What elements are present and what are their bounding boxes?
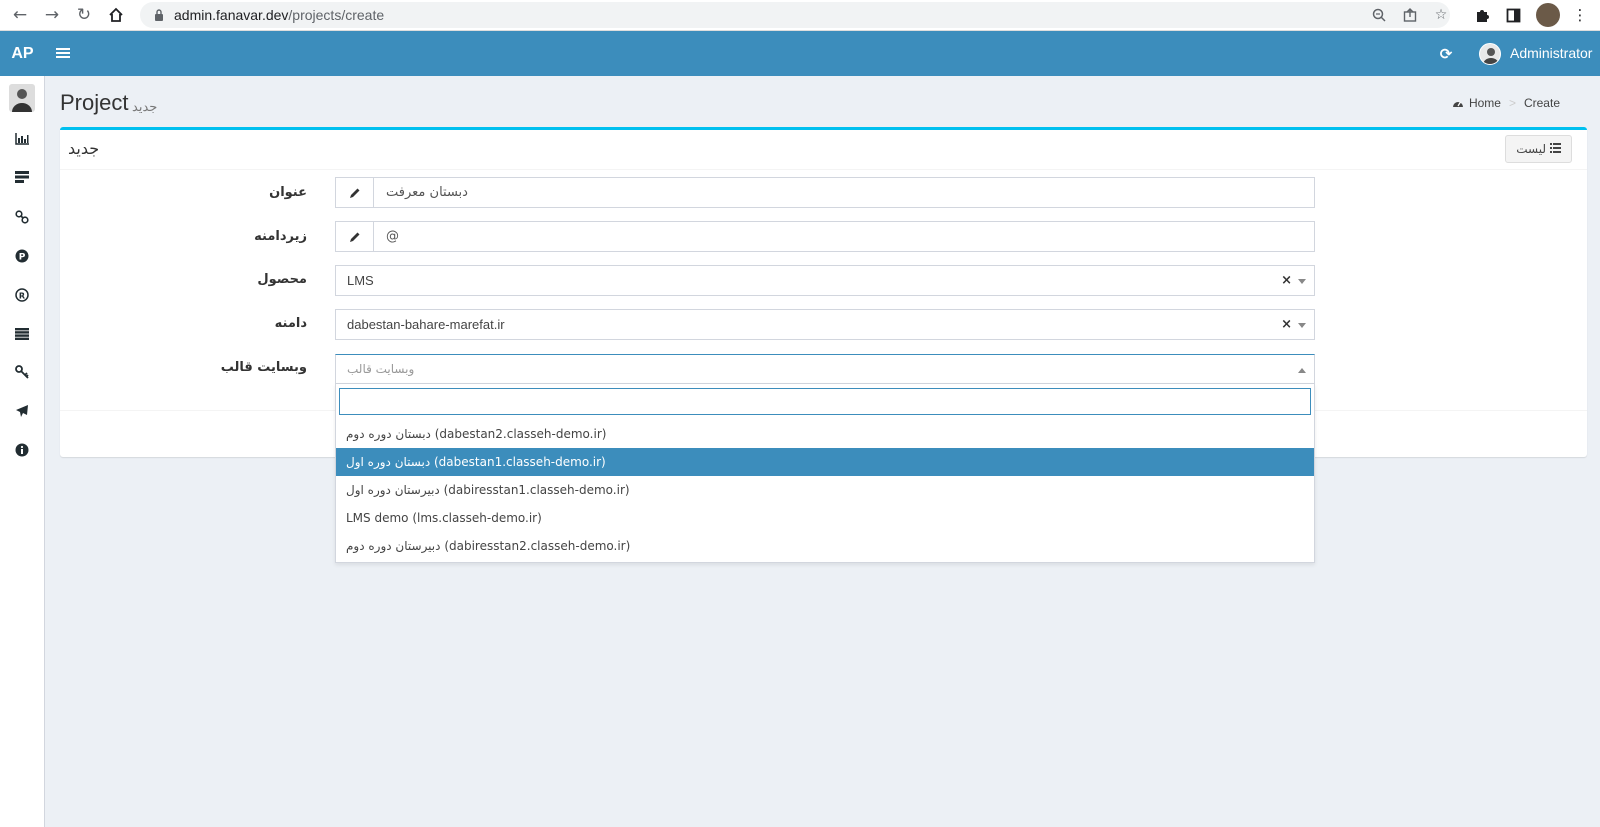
chevron-up-icon[interactable] xyxy=(1298,368,1306,373)
link-icon[interactable] xyxy=(13,208,31,226)
app-header: AP ⟳ Administrator xyxy=(0,31,1600,76)
list-button[interactable]: لیست xyxy=(1505,135,1572,163)
sidebar: P R xyxy=(0,76,45,827)
dropdown-option[interactable]: LMS demo (lms.classeh-demo.ir) xyxy=(336,504,1314,532)
breadcrumb: Home > Create xyxy=(1452,96,1560,110)
title-field[interactable]: دبستان معرفت xyxy=(335,177,1315,208)
subdomain-field[interactable]: @ xyxy=(335,221,1315,252)
browser-profile-avatar[interactable] xyxy=(1536,3,1560,27)
key-icon[interactable] xyxy=(13,363,31,381)
user-avatar[interactable] xyxy=(1479,43,1501,65)
domain-clear-icon[interactable]: × xyxy=(1281,317,1292,332)
lock-icon xyxy=(152,8,166,22)
breadcrumb-separator: > xyxy=(1508,96,1516,110)
back-arrow-icon[interactable]: ← xyxy=(8,3,32,27)
sidebar-user-avatar xyxy=(9,84,35,112)
share-icon[interactable] xyxy=(1401,6,1419,24)
app-logo[interactable]: AP xyxy=(0,31,45,76)
dropdown-search-input[interactable] xyxy=(339,388,1311,415)
refresh-icon[interactable]: ⟳ xyxy=(1436,44,1456,64)
parking-icon[interactable]: P xyxy=(13,247,31,265)
title-input[interactable]: دبستان معرفت xyxy=(374,178,468,207)
plane-icon[interactable] xyxy=(13,402,31,420)
list-icon[interactable] xyxy=(13,168,31,186)
bar-chart-icon[interactable] xyxy=(13,130,31,148)
bookmark-star-icon[interactable]: ☆ xyxy=(1432,6,1450,24)
info-icon[interactable] xyxy=(13,441,31,459)
address-bar[interactable]: admin.fanavar.dev/projects/create ☆ xyxy=(140,2,1450,28)
dropdown-option-highlighted[interactable]: دبستان دوره اول (dabestan1.classeh-demo.… xyxy=(336,448,1314,476)
url-host: admin.fanavar.dev xyxy=(174,7,289,23)
box-header: جدید لیست xyxy=(60,130,1587,170)
zoom-icon[interactable] xyxy=(1370,6,1388,24)
product-select[interactable]: LMS × xyxy=(335,265,1315,296)
chevron-down-icon[interactable] xyxy=(1298,279,1306,284)
page-subtitle: جدید xyxy=(132,99,158,114)
subdomain-input[interactable]: @ xyxy=(374,222,399,251)
product-label: محصول xyxy=(257,272,307,287)
list-icon xyxy=(1550,142,1561,156)
home-icon[interactable] xyxy=(104,3,128,27)
template-website-dropdown: دبستان دوره دوم (dabestan2.classeh-demo.… xyxy=(335,384,1315,563)
dashboard-icon xyxy=(1452,97,1464,109)
template-website-placeholder: وبسایت قالب xyxy=(347,362,415,376)
dropdown-option[interactable]: دبیرستان دوره دوم (dabiresstan2.classeh-… xyxy=(336,532,1314,560)
chevron-down-icon[interactable] xyxy=(1298,323,1306,328)
url-text: admin.fanavar.dev/projects/create xyxy=(174,7,384,23)
url-path: /projects/create xyxy=(288,7,385,23)
dropdown-option[interactable]: دبیرستان دوره اول (dabiresstan1.classeh-… xyxy=(336,476,1314,504)
dropdown-option[interactable]: دبستان دوره دوم (dabestan2.classeh-demo.… xyxy=(336,420,1314,448)
template-website-label: وبسایت قالب xyxy=(220,360,307,375)
browser-menu-icon[interactable]: ⋮ xyxy=(1569,4,1591,26)
page-title: Project xyxy=(60,90,129,115)
list-button-label: لیست xyxy=(1516,142,1546,156)
browser-toolbar: ← → ↻ admin.fanavar.dev/projects/create … xyxy=(0,0,1600,31)
domain-select[interactable]: dabestan-bahare-marefat.ir × xyxy=(335,309,1315,340)
user-name[interactable]: Administrator xyxy=(1510,45,1592,61)
pencil-icon xyxy=(336,222,374,251)
sidebar-toggle-icon[interactable] xyxy=(56,44,70,62)
subdomain-label: زیردامنه xyxy=(254,229,307,244)
product-value: LMS xyxy=(347,273,374,288)
forward-arrow-icon[interactable]: → xyxy=(40,3,64,27)
domain-label: دامنه xyxy=(274,316,307,331)
product-clear-icon[interactable]: × xyxy=(1281,273,1292,288)
pencil-icon xyxy=(336,178,374,207)
reload-icon[interactable]: ↻ xyxy=(72,3,96,27)
title-label: عنوان xyxy=(269,185,307,200)
extensions-puzzle-icon[interactable] xyxy=(1471,4,1493,26)
box-title: جدید xyxy=(68,139,100,158)
breadcrumb-create: Create xyxy=(1523,96,1560,110)
domain-value: dabestan-bahare-marefat.ir xyxy=(347,317,505,332)
svg-text:P: P xyxy=(19,253,26,263)
table-icon[interactable] xyxy=(13,325,31,343)
registered-icon[interactable]: R xyxy=(13,286,31,304)
svg-text:R: R xyxy=(19,292,25,301)
side-panel-icon[interactable] xyxy=(1502,4,1524,26)
breadcrumb-home[interactable]: Home xyxy=(1469,96,1501,110)
template-website-select[interactable]: وبسایت قالب xyxy=(335,354,1315,384)
